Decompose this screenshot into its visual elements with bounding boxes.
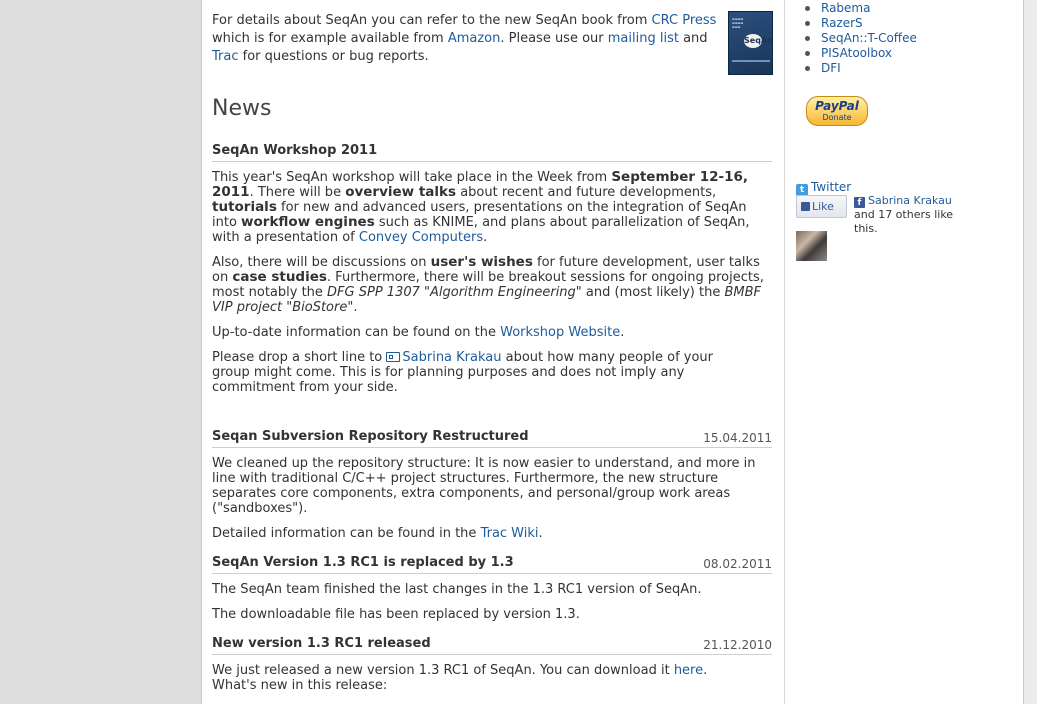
thumbs-up-icon: [801, 202, 810, 211]
emphasis: overview talks: [345, 184, 457, 200]
list-item: RazerS: [805, 16, 917, 31]
news-date: 15.04.2011: [703, 431, 772, 445]
emphasis: user's wishes: [430, 254, 533, 270]
donate-label: Donate: [822, 113, 852, 122]
news-paragraph: We cleaned up the repository structure: …: [212, 456, 756, 516]
news-date: 21.12.2010: [703, 638, 772, 652]
news-title: SeqAn Version 1.3 RC1 is replaced by 1.3: [212, 555, 514, 570]
facebook-user-link[interactable]: Sabrina Krakau: [868, 194, 952, 207]
book-logo: SeqAn: [744, 34, 773, 48]
facebook-like-button[interactable]: Like: [796, 195, 847, 218]
list-item: PISAtoolbox: [805, 46, 917, 61]
paypal-donate-button[interactable]: PayPal Donate: [806, 96, 868, 126]
list-item: SeqAn::T-Coffee: [805, 31, 917, 46]
facebook-icon: f: [854, 197, 865, 208]
text: .: [353, 300, 358, 315]
scrollbar[interactable]: [1024, 0, 1037, 704]
news-paragraph: The SeqAn team finished the last changes…: [212, 582, 702, 597]
news-paragraph: We just released a new version 1.3 RC1 o…: [212, 663, 772, 693]
contact-card-icon: [386, 352, 401, 362]
mailing-list-link[interactable]: mailing list: [608, 31, 679, 46]
text: . There will be: [249, 185, 346, 200]
text: This year's SeqAn workshop will take pla…: [212, 170, 612, 185]
like-count-text: and 17 others like this.: [854, 208, 954, 235]
paypal-logo: PayPal: [815, 99, 859, 113]
project-link-pisatoolbox[interactable]: PISAtoolbox: [821, 46, 892, 60]
text: .: [483, 230, 488, 245]
project-link-razers[interactable]: RazerS: [821, 16, 863, 30]
project-link-rabema[interactable]: Rabema: [821, 1, 870, 15]
text: .: [620, 325, 625, 340]
list-item: DFI: [805, 61, 917, 76]
text: and (most likely) the: [581, 285, 725, 300]
facebook-like-count: f Sabrina Krakau and 17 others like this.: [854, 194, 966, 236]
trac-wiki-link[interactable]: Trac Wiki: [481, 526, 539, 541]
text: Also, there will be discussions on: [212, 255, 431, 270]
news-paragraph: Also, there will be discussions on user'…: [212, 254, 772, 316]
news-paragraph: Please drop a short line to Sabrina Krak…: [212, 350, 742, 395]
intro-text-1: For details about SeqAn you can refer to…: [212, 13, 652, 28]
project-list: Rabema RazerS SeqAn::T-Coffee PISAtoolbo…: [805, 1, 917, 76]
avatar[interactable]: [796, 231, 827, 261]
crc-press-link[interactable]: CRC Press: [652, 13, 717, 28]
project-link-tcoffee[interactable]: SeqAn::T-Coffee: [821, 31, 917, 45]
emphasis: workflow engines: [241, 214, 375, 230]
news-paragraph: Up-to-date information can be found on t…: [212, 325, 772, 340]
text: .: [538, 526, 543, 541]
sidebar: Rabema RazerS SeqAn::T-Coffee PISAtoolbo…: [784, 0, 1024, 704]
news-paragraph: This year's SeqAn workshop will take pla…: [212, 170, 764, 246]
news-item-repository: Seqan Subversion Repository Restructured…: [212, 429, 772, 551]
trac-link[interactable]: Trac: [212, 49, 239, 64]
text: Up-to-date information can be found on t…: [212, 325, 501, 340]
news-title: SeqAn Workshop 2011: [212, 143, 378, 158]
news-title-row: SeqAn Version 1.3 RC1 is replaced by 1.3…: [212, 555, 772, 574]
book-bar: [732, 60, 770, 62]
emphasis: tutorials: [212, 199, 277, 215]
contact-name: Sabrina Krakau: [402, 350, 502, 365]
text: We just released a new version 1.3 RC1 o…: [212, 663, 674, 678]
news-date: 08.02.2011: [703, 557, 772, 571]
text: Detailed information can be found in the: [212, 526, 481, 541]
project-link-dfi[interactable]: DFI: [821, 61, 841, 75]
news-item-rc1: New version 1.3 RC1 released 21.12.2010 W…: [212, 636, 772, 703]
text: Please drop a short line to: [212, 350, 387, 365]
text: about recent and future developments,: [456, 185, 717, 200]
project-name: DFG SPP 1307 "Algorithm Engineering": [327, 285, 582, 300]
twitter-link[interactable]: t Twitter: [796, 180, 851, 196]
amazon-link[interactable]: Amazon: [448, 31, 501, 46]
news-paragraph: Detailed information can be found in the…: [212, 526, 772, 541]
emphasis: case studies: [232, 269, 327, 285]
news-title: Seqan Subversion Repository Restructured: [212, 429, 529, 444]
news-title-row: New version 1.3 RC1 released 21.12.2010: [212, 636, 772, 655]
news-item-workshop: SeqAn Workshop 2011 This year's SeqAn wo…: [212, 143, 772, 405]
page-content: For details about SeqAn you can refer to…: [201, 0, 1024, 704]
workshop-website-link[interactable]: Workshop Website: [500, 325, 620, 340]
intro-text-4: and: [678, 31, 708, 46]
list-item: Rabema: [805, 1, 917, 16]
news-title-row: SeqAn Workshop 2011: [212, 143, 772, 162]
text: .: [703, 663, 708, 678]
intro-text-5: for questions or bug reports.: [238, 49, 429, 64]
news-title: New version 1.3 RC1 released: [212, 636, 431, 651]
download-here-link[interactable]: here: [674, 663, 703, 678]
like-label: Like: [812, 200, 834, 213]
seqan-book-cover[interactable]: ▬▬▬▬ ▬▬▬▬ ▬▬▬ SeqAn: [728, 11, 773, 75]
news-title-row: Seqan Subversion Repository Restructured…: [212, 429, 772, 448]
main-column: For details about SeqAn you can refer to…: [212, 11, 773, 693]
intro-text-2: which is for example available from: [212, 31, 448, 46]
news-paragraph: The downloadable file has been replaced …: [212, 607, 580, 622]
contact-link[interactable]: Sabrina Krakau: [386, 350, 502, 365]
twitter-label: Twitter: [811, 180, 852, 194]
book-title-lines: ▬▬▬▬ ▬▬▬▬ ▬▬▬: [732, 17, 744, 29]
intro-text: For details about SeqAn you can refer to…: [212, 12, 722, 66]
text: What's new in this release:: [212, 678, 388, 693]
news-heading: News: [212, 96, 272, 121]
news-item-version-1-3: SeqAn Version 1.3 RC1 is replaced by 1.3…: [212, 555, 772, 632]
convey-computers-link[interactable]: Convey Computers: [359, 230, 483, 245]
intro-text-3: . Please use our: [500, 31, 608, 46]
